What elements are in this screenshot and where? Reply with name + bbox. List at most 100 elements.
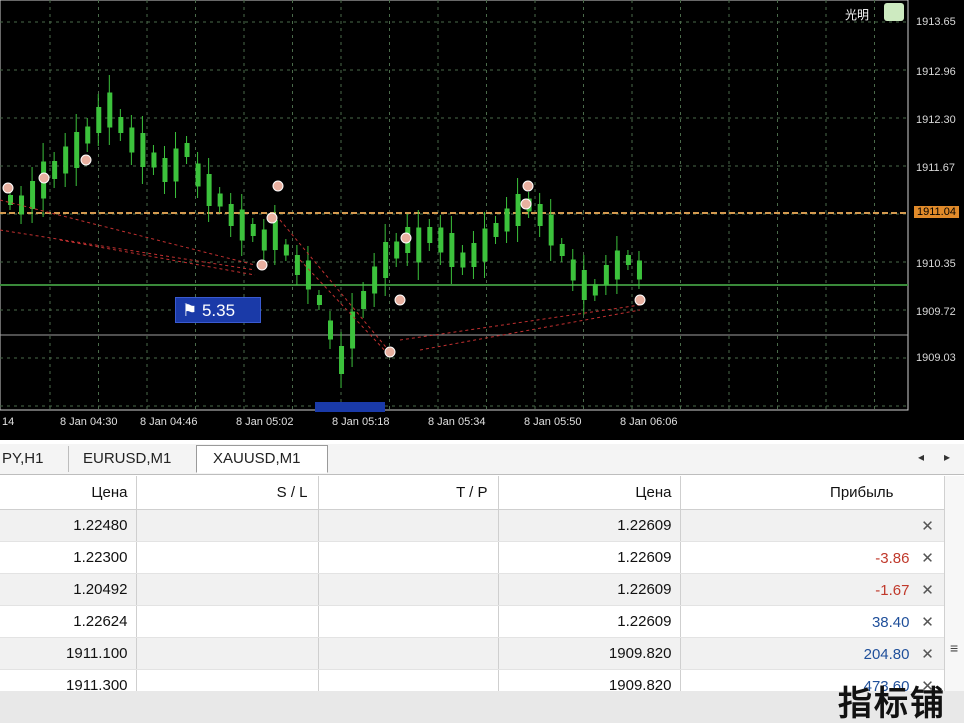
candle-body xyxy=(471,243,477,267)
candle-body xyxy=(250,224,256,236)
chart-logo-text: 光明 xyxy=(845,8,870,22)
candle-body xyxy=(261,229,267,251)
candle-body xyxy=(107,92,113,128)
candle-body xyxy=(482,228,488,262)
price-axis-label: 1909.03 xyxy=(916,352,956,364)
cell-stop-loss xyxy=(136,541,319,574)
menu-icon[interactable]: ≡ xyxy=(950,640,958,656)
header-current-price[interactable]: Цена xyxy=(498,476,681,510)
cell-take-profit xyxy=(318,573,499,606)
close-position-icon[interactable]: ✕ xyxy=(920,549,936,567)
price-axis-label: 1910.35 xyxy=(916,258,956,270)
candle-body xyxy=(129,127,135,153)
candle-body xyxy=(394,241,400,259)
candle-body xyxy=(328,320,333,340)
table-row[interactable]: 1.22480 1.22609 ✕ xyxy=(0,509,945,542)
cell-profit: -3.86 ✕ xyxy=(680,541,945,574)
candle-body xyxy=(316,295,322,305)
cell-current-price: 1.22609 xyxy=(498,541,681,574)
badge-value: 5.35 xyxy=(201,301,236,320)
cell-take-profit xyxy=(318,541,499,574)
time-axis-label: 8 Jan 06:06 xyxy=(620,416,678,428)
candle-body xyxy=(350,311,356,349)
tab-xauusd-m1[interactable]: XAUUSD,M1 xyxy=(196,445,328,473)
profit-value: 204.80 xyxy=(863,645,910,663)
cell-current-price: 1.22609 xyxy=(498,509,681,542)
candle-body xyxy=(118,117,124,133)
candle-body xyxy=(173,148,179,182)
cell-open-price: 1.22480 xyxy=(0,509,137,542)
candle-body xyxy=(339,346,345,374)
trade-marker xyxy=(2,182,14,194)
candle-body xyxy=(636,260,642,280)
time-axis-label: 8 Jan 05:50 xyxy=(524,416,582,428)
footer-bar xyxy=(0,691,964,723)
cell-take-profit xyxy=(318,605,499,638)
trade-marker xyxy=(394,294,406,306)
cell-profit: -1.67 ✕ xyxy=(680,573,945,606)
chart-canvas[interactable] xyxy=(0,0,964,440)
badge-flag-icon: ⚑ xyxy=(182,301,202,320)
trade-marker xyxy=(38,172,50,184)
trade-marker xyxy=(522,180,534,192)
header-stop-loss[interactable]: S / L xyxy=(136,476,319,510)
candle-body xyxy=(206,174,212,206)
tab-py-h1[interactable]: PY,H1 xyxy=(2,446,64,472)
candle-body xyxy=(52,161,58,179)
candle-body xyxy=(537,204,543,226)
candle-body xyxy=(361,291,367,309)
tab-scroll-left-icon[interactable]: ◂ xyxy=(918,450,924,464)
candle-body xyxy=(416,227,422,263)
trade-level-badge-secondary[interactable] xyxy=(315,402,385,412)
plot-frame xyxy=(0,0,909,411)
price-axis-label: 1911.04 xyxy=(914,206,959,218)
close-position-icon[interactable]: ✕ xyxy=(920,645,936,663)
trade-connection-line xyxy=(419,309,641,351)
cell-open-price: 1.22300 xyxy=(0,541,137,574)
trade-level-badge[interactable]: ⚑ 5.35 xyxy=(175,297,261,323)
trade-marker xyxy=(400,232,412,244)
table-row[interactable]: 1911.100 1909.820 204.80 ✕ xyxy=(0,637,945,670)
trade-marker xyxy=(272,180,284,192)
candle-body xyxy=(438,227,444,253)
cell-current-price: 1.22609 xyxy=(498,573,681,606)
tab-eurusd-m1[interactable]: EURUSD,M1 xyxy=(68,446,193,472)
close-position-icon[interactable]: ✕ xyxy=(920,613,936,631)
cell-profit: 38.40 ✕ xyxy=(680,605,945,638)
cell-stop-loss xyxy=(136,637,319,670)
candle-body xyxy=(603,265,609,285)
price-chart[interactable]: 光明 ⚑ 5.35 14 8 Jan 04:30 8 Jan 04:46 8 Jan… xyxy=(0,0,964,440)
candle-body xyxy=(383,242,389,278)
header-open-price[interactable]: Цена xyxy=(0,476,137,510)
candle-body xyxy=(151,152,157,168)
candle-body xyxy=(294,255,300,275)
candle-body xyxy=(195,163,201,187)
table-row[interactable]: 1.22300 1.22609 -3.86 ✕ xyxy=(0,541,945,574)
trade-connection-line xyxy=(59,239,256,276)
candle-body xyxy=(96,107,102,133)
candle-body xyxy=(184,143,190,157)
header-profit[interactable]: Прибыль xyxy=(680,476,945,510)
cell-current-price: 1909.820 xyxy=(498,637,681,670)
candle-body xyxy=(614,250,620,280)
table-row[interactable]: 1.22624 1.22609 38.40 ✕ xyxy=(0,605,945,638)
tab-scroll-right-icon[interactable]: ▸ xyxy=(944,450,950,464)
trade-marker xyxy=(634,294,646,306)
candle-body xyxy=(625,255,631,265)
candle-body xyxy=(570,259,576,281)
cell-open-price: 1.20492 xyxy=(0,573,137,606)
candle-body xyxy=(140,133,146,167)
table-header-row: Цена S / L T / P Цена Прибыль xyxy=(0,476,945,510)
profit-value: 38.40 xyxy=(871,613,910,631)
cell-profit: 204.80 ✕ xyxy=(680,637,945,670)
table-side-column xyxy=(944,476,964,691)
table-row[interactable]: 1.20492 1.22609 -1.67 ✕ xyxy=(0,573,945,606)
trade-table: Цена S / L T / P Цена Прибыль 1.22480 1.2… xyxy=(0,476,945,702)
price-axis-label: 1912.96 xyxy=(916,66,956,78)
close-position-icon[interactable]: ✕ xyxy=(920,517,936,535)
candle-body xyxy=(372,266,378,294)
cell-open-price: 1.22624 xyxy=(0,605,137,638)
cell-take-profit xyxy=(318,509,499,542)
close-position-icon[interactable]: ✕ xyxy=(920,581,936,599)
header-take-profit[interactable]: T / P xyxy=(318,476,499,510)
